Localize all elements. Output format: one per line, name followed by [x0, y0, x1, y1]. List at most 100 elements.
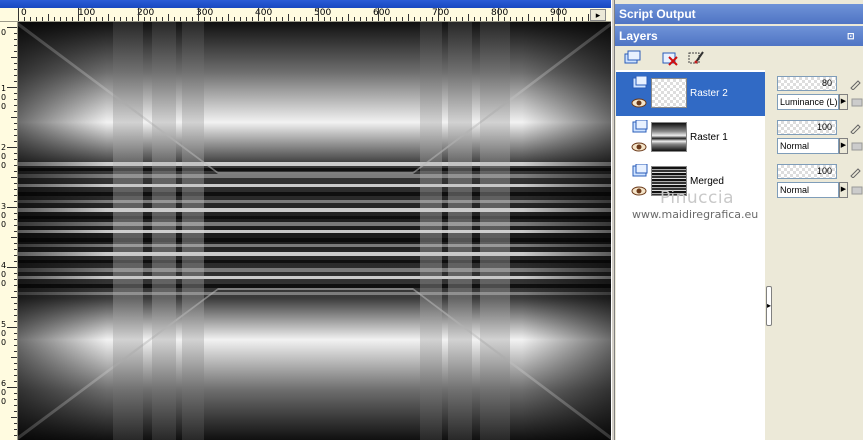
layer-row[interactable]: Raster 1	[616, 116, 765, 160]
blend-mode-select[interactable]: Normal	[777, 182, 839, 198]
layer-name: Raster 1	[690, 132, 728, 143]
visibility-eye-icon[interactable]	[631, 186, 647, 196]
ruler-tick	[552, 17, 553, 21]
layers-title-text: Layers	[619, 29, 658, 43]
blend-dropdown-arrow-icon[interactable]: ▶	[839, 182, 848, 198]
layer-thumbnail	[651, 122, 687, 152]
opacity-slider[interactable]: 80	[777, 76, 837, 91]
ruler-vertical: 0 100 200 300 400 500 600	[0, 22, 18, 440]
blend-mode-select[interactable]: Normal	[777, 138, 839, 154]
ruler-tick	[14, 45, 17, 46]
ruler-tick	[7, 327, 17, 328]
ruler-tick	[222, 17, 223, 21]
ruler-tick	[264, 17, 265, 21]
ruler-tick	[14, 39, 17, 40]
ruler-tick	[126, 17, 127, 21]
ruler-tick	[14, 243, 17, 244]
ruler-tick	[486, 17, 487, 21]
ruler-tick	[510, 17, 511, 21]
image-window-titlebar[interactable]	[0, 0, 611, 8]
layer-row[interactable]: Raster 2	[616, 72, 765, 116]
lock-transparency-icon[interactable]	[851, 184, 863, 196]
ruler-tick	[14, 129, 17, 130]
ruler-tick	[324, 17, 325, 21]
ruler-tick	[14, 123, 17, 124]
ruler-tick	[14, 219, 17, 220]
ruler-tick	[18, 8, 19, 21]
ruler-tick	[366, 17, 367, 21]
ruler-tick	[354, 17, 355, 21]
ruler-tick	[342, 17, 343, 21]
ruler-tick	[11, 357, 17, 358]
link-pen-icon[interactable]	[849, 122, 861, 134]
ruler-tick	[120, 17, 121, 21]
ruler-tick	[14, 135, 17, 136]
ruler-tick	[14, 351, 17, 352]
ruler-tick	[540, 17, 541, 21]
image-canvas[interactable]	[18, 22, 611, 440]
expand-arrow-icon[interactable]: ▸	[766, 286, 772, 326]
ruler-tick	[14, 33, 17, 34]
watermark-site: www.maidiregrafica.eu	[632, 208, 759, 221]
ruler-tick	[300, 17, 301, 21]
visibility-eye-icon[interactable]	[631, 98, 647, 108]
ruler-tick	[14, 423, 17, 424]
ruler-tick	[564, 17, 565, 21]
delete-layer-button[interactable]	[659, 48, 681, 68]
ruler-tick	[11, 57, 17, 58]
ruler-label: 100	[1, 84, 7, 111]
ruler-tick	[468, 14, 469, 21]
edit-layer-button[interactable]	[685, 48, 707, 68]
ruler-tick	[14, 165, 17, 166]
raster-layer-icon	[632, 120, 648, 133]
ruler-tick	[438, 8, 439, 21]
blend-mode-select[interactable]: Luminance (L)	[777, 94, 839, 110]
ruler-tick	[42, 17, 43, 21]
palette-pin-icon[interactable]: ⊡	[847, 30, 859, 42]
ruler-tick	[312, 17, 313, 21]
ruler-tick	[24, 17, 25, 21]
ruler-tick	[348, 14, 349, 21]
script-output-palette-title[interactable]: Script Output	[615, 4, 863, 24]
lock-transparency-icon[interactable]	[851, 96, 863, 108]
ruler-tick	[14, 309, 17, 310]
ruler-tick	[426, 17, 427, 21]
layers-toolbar	[621, 48, 857, 70]
ruler-tick	[14, 225, 17, 226]
ruler-scroll-arrow-icon[interactable]: ▸	[590, 9, 606, 21]
canvas-image[interactable]	[18, 22, 611, 440]
layers-list-splitter[interactable]: ▸	[765, 70, 773, 440]
ruler-tick	[14, 315, 17, 316]
ruler-tick	[180, 17, 181, 21]
ruler-tick	[546, 17, 547, 21]
ruler-tick	[78, 8, 79, 21]
link-pen-icon[interactable]	[849, 78, 861, 90]
ruler-tick	[174, 17, 175, 21]
link-pen-icon[interactable]	[849, 166, 861, 178]
ruler-tick	[96, 17, 97, 21]
opacity-value: 80	[821, 78, 832, 88]
raster-layer-icon	[632, 76, 648, 89]
layers-palette-title[interactable]: Layers ⊡	[615, 26, 863, 46]
visibility-eye-icon[interactable]	[631, 142, 647, 152]
ruler-tick	[144, 17, 145, 21]
ruler-tick	[7, 27, 17, 28]
ruler-tick	[210, 17, 211, 21]
blend-dropdown-arrow-icon[interactable]: ▶	[839, 138, 848, 154]
edit-brush-icon	[688, 51, 704, 64]
opacity-slider[interactable]: 100	[777, 164, 837, 179]
ruler-tick	[582, 17, 583, 21]
ruler-tick	[14, 399, 17, 400]
opacity-slider[interactable]: 100	[777, 120, 837, 135]
ruler-tick	[14, 369, 17, 370]
layer-thumbnail	[651, 78, 687, 108]
ruler-tick	[522, 17, 523, 21]
ruler-tick	[198, 8, 199, 21]
ruler-label: 600	[1, 379, 7, 406]
ruler-tick	[588, 14, 589, 21]
lock-transparency-icon[interactable]	[851, 140, 863, 152]
blend-dropdown-arrow-icon[interactable]: ▶	[839, 94, 848, 110]
new-raster-layer-button[interactable]	[621, 48, 643, 68]
ruler-tick	[378, 8, 379, 21]
raster-layer-icon	[632, 164, 648, 177]
